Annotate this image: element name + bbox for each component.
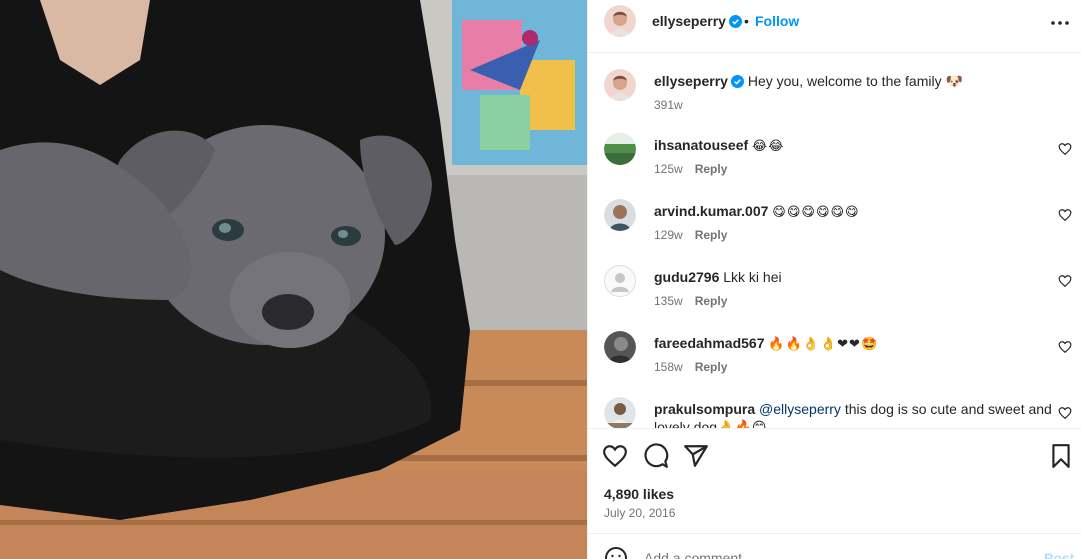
post-header: ellyseperry • Follow bbox=[588, 0, 1081, 53]
comment-mention[interactable]: @ellyseperry bbox=[759, 401, 841, 417]
verified-icon bbox=[728, 15, 742, 28]
heart-icon[interactable] bbox=[1058, 142, 1072, 156]
add-comment-bar: Post bbox=[588, 533, 1081, 559]
profile-picture bbox=[604, 69, 636, 101]
profile-picture bbox=[604, 5, 636, 37]
comment-time[interactable]: 125w bbox=[654, 162, 683, 176]
comment-time[interactable]: 129w bbox=[654, 228, 683, 242]
comment-username[interactable]: gudu2796 bbox=[654, 269, 719, 285]
comment-text: 😂😂 bbox=[752, 139, 785, 154]
comment-icon[interactable] bbox=[643, 443, 669, 469]
likes-count[interactable]: 4,890 likes bbox=[604, 486, 674, 502]
reply-button[interactable]: Reply bbox=[695, 162, 728, 176]
comment-input[interactable] bbox=[644, 550, 1024, 559]
comment-text: 🔥🔥👌👌❤❤🤩 bbox=[768, 337, 879, 352]
reply-button[interactable]: Reply bbox=[695, 228, 728, 242]
more-icon[interactable] bbox=[1048, 11, 1072, 35]
profile-picture bbox=[604, 331, 636, 363]
default-avatar-icon bbox=[604, 265, 636, 297]
comment-username[interactable]: arvind.kumar.007 bbox=[654, 203, 768, 219]
avatar[interactable] bbox=[604, 331, 636, 363]
separator-dot: • bbox=[744, 13, 749, 29]
comment-text: 😋😋😋😋😋😋 bbox=[772, 205, 860, 220]
post-photo[interactable] bbox=[0, 0, 587, 559]
heart-icon[interactable] bbox=[1058, 208, 1072, 222]
profile-picture bbox=[604, 133, 636, 165]
avatar[interactable] bbox=[604, 199, 636, 231]
verified-icon bbox=[730, 75, 744, 88]
share-icon[interactable] bbox=[683, 443, 709, 469]
reply-button[interactable]: Reply bbox=[695, 294, 728, 308]
heart-icon[interactable] bbox=[1058, 340, 1072, 354]
heart-icon[interactable] bbox=[602, 443, 628, 469]
avatar[interactable] bbox=[604, 5, 636, 37]
puppy-photo-illustration bbox=[0, 0, 587, 559]
post-comment-button[interactable]: Post bbox=[1044, 550, 1074, 559]
heart-icon[interactable] bbox=[1058, 406, 1072, 420]
caption-time[interactable]: 391w bbox=[654, 98, 683, 112]
caption-body: Hey you, welcome to the family 🐶 bbox=[747, 73, 963, 89]
comment-text: Lkk ki hei bbox=[723, 269, 782, 285]
heart-icon[interactable] bbox=[1058, 274, 1072, 288]
post-date: July 20, 2016 bbox=[604, 506, 676, 520]
profile-picture bbox=[604, 199, 636, 231]
bookmark-icon[interactable] bbox=[1048, 443, 1074, 469]
follow-button[interactable]: Follow bbox=[755, 13, 799, 29]
avatar[interactable] bbox=[604, 69, 636, 101]
emoji-icon[interactable] bbox=[604, 546, 628, 559]
reply-button[interactable]: Reply bbox=[695, 360, 728, 374]
comment-username[interactable]: prakulsompura bbox=[654, 401, 755, 417]
avatar[interactable] bbox=[604, 133, 636, 165]
post-author-username[interactable]: ellyseperry bbox=[652, 13, 742, 29]
comment-time[interactable]: 158w bbox=[654, 360, 683, 374]
comment-time[interactable]: 135w bbox=[654, 294, 683, 308]
avatar[interactable] bbox=[604, 397, 636, 429]
caption-text: ellyseperry Hey you, welcome to the fami… bbox=[654, 72, 1054, 90]
comment-username[interactable]: fareedahmad567 bbox=[654, 335, 765, 351]
comments-list[interactable]: ellyseperry Hey you, welcome to the fami… bbox=[588, 54, 1081, 429]
comment-username[interactable]: ihsanatouseef bbox=[654, 137, 748, 153]
profile-picture bbox=[604, 397, 636, 429]
post-actions: 4,890 likes July 20, 2016 Post bbox=[588, 428, 1081, 559]
caption-username[interactable]: ellyseperry bbox=[654, 73, 728, 89]
post-panel: ellyseperry • Follow ellyseperry Hey you… bbox=[587, 0, 1081, 559]
avatar[interactable] bbox=[604, 265, 636, 297]
